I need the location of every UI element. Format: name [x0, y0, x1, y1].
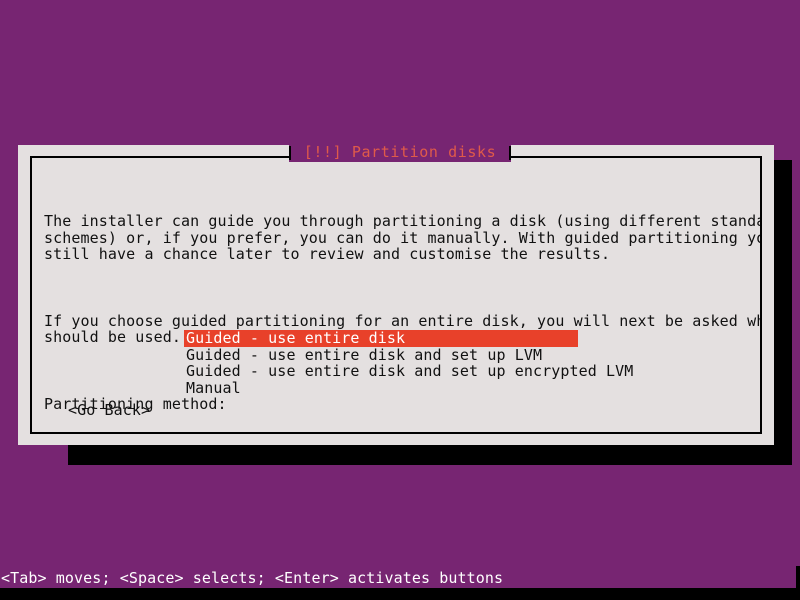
dialog-inner-frame: The installer can guide you through part… [30, 156, 762, 434]
screen-bottom-black-strip [0, 588, 800, 600]
go-back-button[interactable]: <Go Back> [68, 402, 150, 419]
menu-item-guided-entire-disk-encrypted-lvm[interactable]: Guided - use entire disk and set up encr… [184, 363, 633, 380]
screen-right-edge-sliver [796, 566, 800, 588]
menu-item-guided-entire-disk-lvm[interactable]: Guided - use entire disk and set up LVM [184, 346, 578, 364]
menu-item-manual[interactable]: Manual [184, 380, 578, 397]
installer-screen: The installer can guide you through part… [0, 0, 800, 600]
menu-item-guided-entire-disk[interactable]: Guided - use entire disk [184, 330, 578, 347]
status-bar-help-text: <Tab> moves; <Space> selects; <Enter> ac… [1, 569, 504, 587]
partition-disks-dialog: The installer can guide you through part… [18, 145, 774, 445]
partitioning-method-list[interactable]: Guided - use entire disk Guided - use en… [184, 330, 633, 397]
dialog-paragraph-1: The installer can guide you through part… [44, 212, 760, 264]
